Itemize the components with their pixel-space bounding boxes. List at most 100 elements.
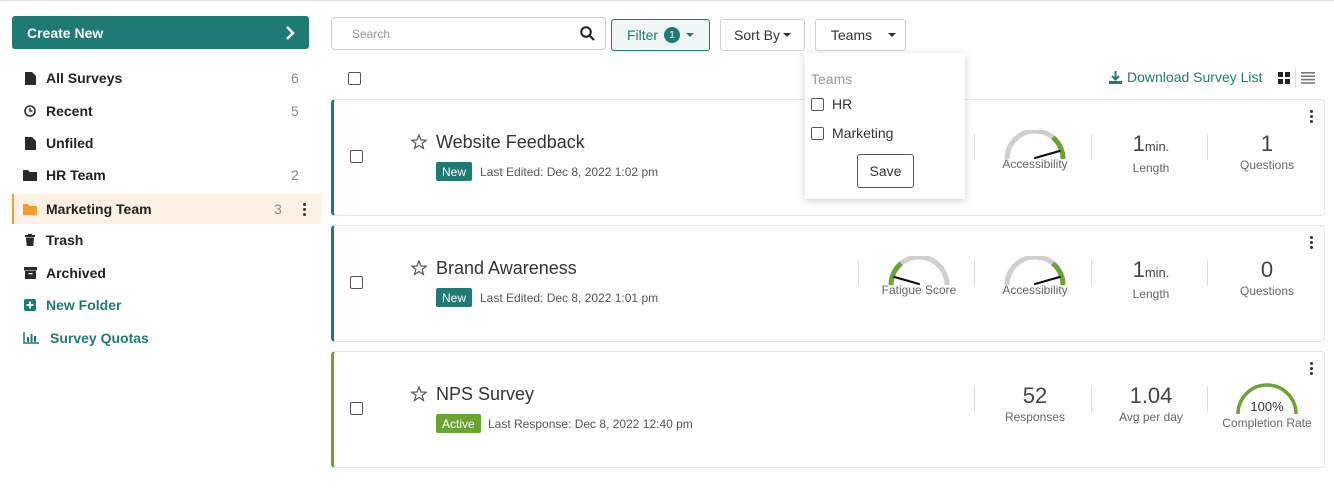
team-option-marketing[interactable]: Marketing <box>811 125 893 141</box>
filter-button[interactable]: Filter 1 <box>611 19 710 51</box>
sidebar-item-count: 2 <box>291 167 299 183</box>
gauge-dial <box>1004 130 1066 160</box>
sidebar-item-marketing-team[interactable]: Marketing Team 3 <box>12 194 321 224</box>
team-option-hr[interactable]: HR <box>811 96 852 112</box>
gauge-label: Completion Rate <box>1222 416 1312 430</box>
star-icon[interactable] <box>411 386 427 402</box>
view-separator <box>1295 68 1296 88</box>
card-menu-icon[interactable] <box>1306 362 1316 375</box>
folder-menu-icon[interactable] <box>299 202 309 216</box>
download-label: Download Survey List <box>1127 69 1263 85</box>
create-new-button[interactable]: Create New <box>12 16 309 49</box>
caret-down-icon <box>782 33 791 37</box>
avg-label: Avg per day <box>1119 410 1183 424</box>
survey-checkbox[interactable] <box>350 150 363 163</box>
download-icon <box>1109 70 1122 84</box>
team-option-label: Marketing <box>832 125 894 141</box>
sidebar-item-count: 5 <box>291 103 299 119</box>
status-badge: Active <box>436 414 481 433</box>
trash-icon <box>23 234 37 246</box>
gauge-label: Accessibility <box>1002 283 1068 297</box>
survey-title[interactable]: Website Feedback <box>436 132 585 153</box>
sidebar-item-label: Unfiled <box>46 135 94 151</box>
gauge-track <box>1004 130 1066 160</box>
search-box <box>331 17 606 50</box>
sidebar-item-label: Recent <box>46 103 93 119</box>
list-view-icon[interactable] <box>1301 72 1315 84</box>
questions-label: Questions <box>1239 284 1295 298</box>
accessibility-gauge: Accessibility <box>980 130 1090 171</box>
star-icon[interactable] <box>411 134 427 150</box>
checkbox[interactable] <box>811 97 824 111</box>
bar-chart-icon <box>23 332 39 344</box>
file-icon <box>23 136 37 150</box>
sidebar-item-all-surveys[interactable]: All Surveys 6 <box>12 63 321 93</box>
length-metric: 1min. Length <box>1096 131 1206 175</box>
sidebar-item-survey-quotas[interactable]: Survey Quotas <box>12 323 321 353</box>
gauge-fill <box>888 261 903 286</box>
metric-divider <box>1207 386 1208 412</box>
sidebar-item-archived[interactable]: Archived <box>12 258 321 288</box>
metric-divider <box>1091 260 1092 286</box>
metric-divider <box>974 386 975 412</box>
sidebar-item-count: 6 <box>291 70 299 86</box>
sidebar-item-unfiled[interactable]: Unfiled <box>12 128 321 158</box>
gauge-label: Fatigue Score <box>881 283 957 297</box>
folder-icon <box>23 169 37 181</box>
caret-down-icon <box>686 33 695 37</box>
completion-rate-gauge: 100% Completion Rate <box>1212 382 1322 430</box>
metric-divider <box>858 260 859 286</box>
clock-icon <box>23 105 37 117</box>
survey-checkbox[interactable] <box>350 402 363 415</box>
avg-per-day-metric: 1.04 Avg per day <box>1096 383 1206 424</box>
length-unit: min. <box>1144 139 1170 154</box>
sidebar-item-hr-team[interactable]: HR Team 2 <box>12 160 321 190</box>
card-menu-icon[interactable] <box>1306 110 1316 123</box>
search-input[interactable] <box>352 26 580 41</box>
length-label: Length <box>1132 161 1170 175</box>
gauge-track <box>1004 256 1066 286</box>
sidebar-item-recent[interactable]: Recent 5 <box>12 96 321 126</box>
select-all-checkbox[interactable] <box>348 72 361 85</box>
sidebar-item-new-folder[interactable]: New Folder <box>12 290 321 320</box>
survey-card[interactable]: Brand Awareness New Last Edited: Dec 8, … <box>331 225 1325 342</box>
dropdown-heading: Teams <box>811 71 853 87</box>
metric-divider <box>1207 260 1208 286</box>
checkbox[interactable] <box>811 126 824 140</box>
sidebar-item-label: Marketing Team <box>46 201 152 217</box>
questions-metric: 0 Questions <box>1212 257 1322 298</box>
sidebar-item-label: Trash <box>46 232 84 248</box>
survey-title[interactable]: Brand Awareness <box>436 258 577 279</box>
team-option-label: HR <box>832 96 853 112</box>
archive-box-icon <box>23 267 37 279</box>
sidebar-item-label: All Surveys <box>46 70 123 86</box>
metric-divider <box>974 134 975 160</box>
length-label: Length <box>1132 287 1170 301</box>
download-survey-list-link[interactable]: Download Survey List <box>1109 69 1262 85</box>
teams-button[interactable]: Teams <box>815 19 906 51</box>
grid-view-icon[interactable] <box>1278 72 1290 84</box>
sidebar-item-count: 3 <box>274 201 282 217</box>
save-button[interactable]: Save <box>857 154 914 188</box>
responses-value: 52 <box>1022 383 1048 408</box>
sidebar-item-label: Survey Quotas <box>50 330 149 346</box>
card-menu-icon[interactable] <box>1306 236 1316 249</box>
survey-card[interactable]: NPS Survey Active Last Response: Dec 8, … <box>331 351 1325 468</box>
filter-count-badge: 1 <box>664 27 681 43</box>
metric-divider <box>1091 386 1092 412</box>
survey-meta: Last Response: Dec 8, 2022 12:40 pm <box>488 417 693 431</box>
survey-meta: Last Edited: Dec 8, 2022 1:01 pm <box>480 291 659 305</box>
length-value: 1 <box>1132 257 1145 282</box>
caret-down-icon <box>888 33 897 37</box>
survey-title[interactable]: NPS Survey <box>436 384 534 405</box>
star-icon[interactable] <box>411 260 427 276</box>
filter-label: Filter <box>626 27 659 43</box>
sidebar-item-trash[interactable]: Trash <box>12 225 321 255</box>
length-value: 1 <box>1132 131 1145 156</box>
survey-checkbox[interactable] <box>350 276 363 289</box>
create-new-label: Create New <box>27 24 104 41</box>
questions-value: 1 <box>1260 131 1274 156</box>
sort-by-button[interactable]: Sort By <box>720 19 805 51</box>
search-icon[interactable] <box>580 26 595 41</box>
file-icon <box>23 71 37 85</box>
